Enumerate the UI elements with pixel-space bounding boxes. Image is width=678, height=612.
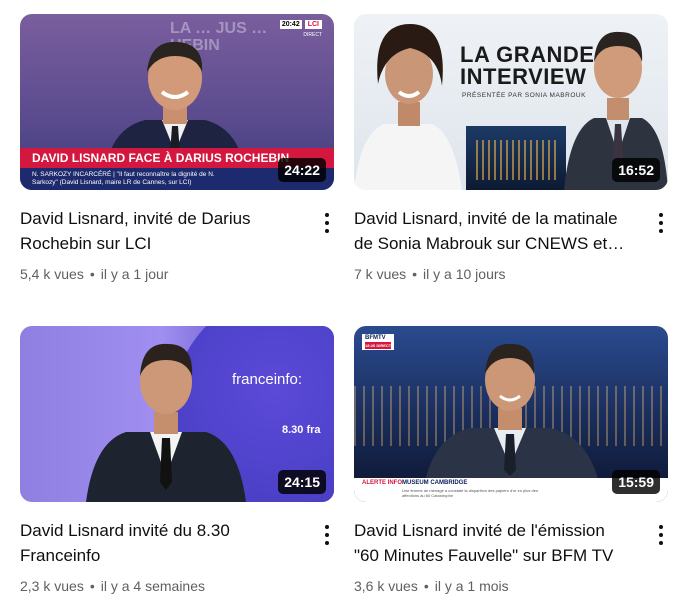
video-card[interactable]: franceinfo: 8.30 fra 24:15 David Lisnard… bbox=[20, 326, 336, 594]
person-illustration bbox=[424, 343, 600, 486]
view-count: 2,3 k vues bbox=[20, 578, 84, 594]
separator-dot: • bbox=[89, 266, 95, 282]
separator-dot: • bbox=[412, 266, 418, 282]
city-illustration bbox=[466, 126, 566, 190]
duration-badge: 15:59 bbox=[612, 470, 660, 494]
view-count: 5,4 k vues bbox=[20, 266, 84, 282]
lci-logo: LCI bbox=[304, 20, 322, 29]
presenter-illustration bbox=[354, 24, 462, 190]
separator-dot: • bbox=[89, 578, 95, 594]
video-thumbnail[interactable]: franceinfo: 8.30 fra 24:15 bbox=[20, 326, 334, 502]
video-card[interactable]: LA GRANDE INTERVIEW PRÉSENTÉE PAR SONIA … bbox=[354, 14, 670, 282]
view-count: 3,6 k vues bbox=[354, 578, 418, 594]
video-card[interactable]: LA … JUS … HEBIN 20:42 LCI DIRECT DAVID … bbox=[20, 14, 336, 282]
bfmtv-logo: BFMTV 18:26 DIRECT bbox=[362, 334, 395, 350]
video-title[interactable]: David Lisnard, invité de Darius Rochebin… bbox=[20, 206, 300, 256]
video-thumbnail[interactable]: BFMTV 18:26 DIRECT ALERTE INFO MUSEUM CA… bbox=[354, 326, 668, 502]
video-meta: 3,6 k vues • il y a 1 mois bbox=[354, 576, 509, 596]
show-label: 8.30 fra bbox=[282, 424, 321, 436]
bfmtv-name: BFMTV bbox=[365, 335, 386, 341]
more-vert-icon[interactable] bbox=[318, 522, 336, 548]
person-illustration bbox=[86, 343, 246, 502]
video-card[interactable]: BFMTV 18:26 DIRECT ALERTE INFO MUSEUM CA… bbox=[354, 326, 670, 594]
view-count: 7 k vues bbox=[354, 266, 407, 282]
bfmtv-sub: 18:26 DIRECT bbox=[365, 342, 392, 349]
separator-dot: • bbox=[423, 578, 429, 594]
video-title[interactable]: David Lisnard, invité de la matinale de … bbox=[354, 206, 634, 256]
video-title[interactable]: David Lisnard invité du 8.30 Franceinfo bbox=[20, 518, 300, 568]
video-thumbnail[interactable]: LA … JUS … HEBIN 20:42 LCI DIRECT DAVID … bbox=[20, 14, 334, 190]
alert-text: Une femme de ménage a constaté la dispar… bbox=[402, 488, 538, 498]
duration-badge: 24:15 bbox=[278, 470, 326, 494]
more-vert-icon[interactable] bbox=[652, 210, 670, 236]
live-label: DIRECT bbox=[303, 32, 322, 38]
more-vert-icon[interactable] bbox=[318, 210, 336, 236]
video-meta: 7 k vues • il y a 10 jours bbox=[354, 264, 506, 284]
upload-age: il y a 10 jours bbox=[423, 266, 506, 282]
alert-title: MUSEUM CAMBRIDGE bbox=[402, 480, 468, 486]
channel-bug: 20:42 LCI DIRECT bbox=[279, 20, 322, 38]
upload-age: il y a 4 semaines bbox=[100, 578, 206, 594]
upload-age: il y a 1 jour bbox=[100, 266, 169, 282]
franceinfo-logo: franceinfo: bbox=[232, 371, 303, 388]
video-meta: 2,3 k vues • il y a 4 semaines bbox=[20, 576, 205, 596]
video-title[interactable]: David Lisnard invité de l'émission "60 M… bbox=[354, 518, 634, 568]
upload-age: il y a 1 mois bbox=[434, 578, 509, 594]
video-meta: 5,4 k vues • il y a 1 jour bbox=[20, 264, 168, 284]
duration-badge: 16:52 bbox=[612, 158, 660, 182]
clock-label: 20:42 bbox=[279, 20, 302, 29]
duration-badge: 24:22 bbox=[278, 158, 326, 182]
alert-label: ALERTE INFO bbox=[362, 480, 402, 486]
more-vert-icon[interactable] bbox=[652, 522, 670, 548]
video-thumbnail[interactable]: LA GRANDE INTERVIEW PRÉSENTÉE PAR SONIA … bbox=[354, 14, 668, 190]
